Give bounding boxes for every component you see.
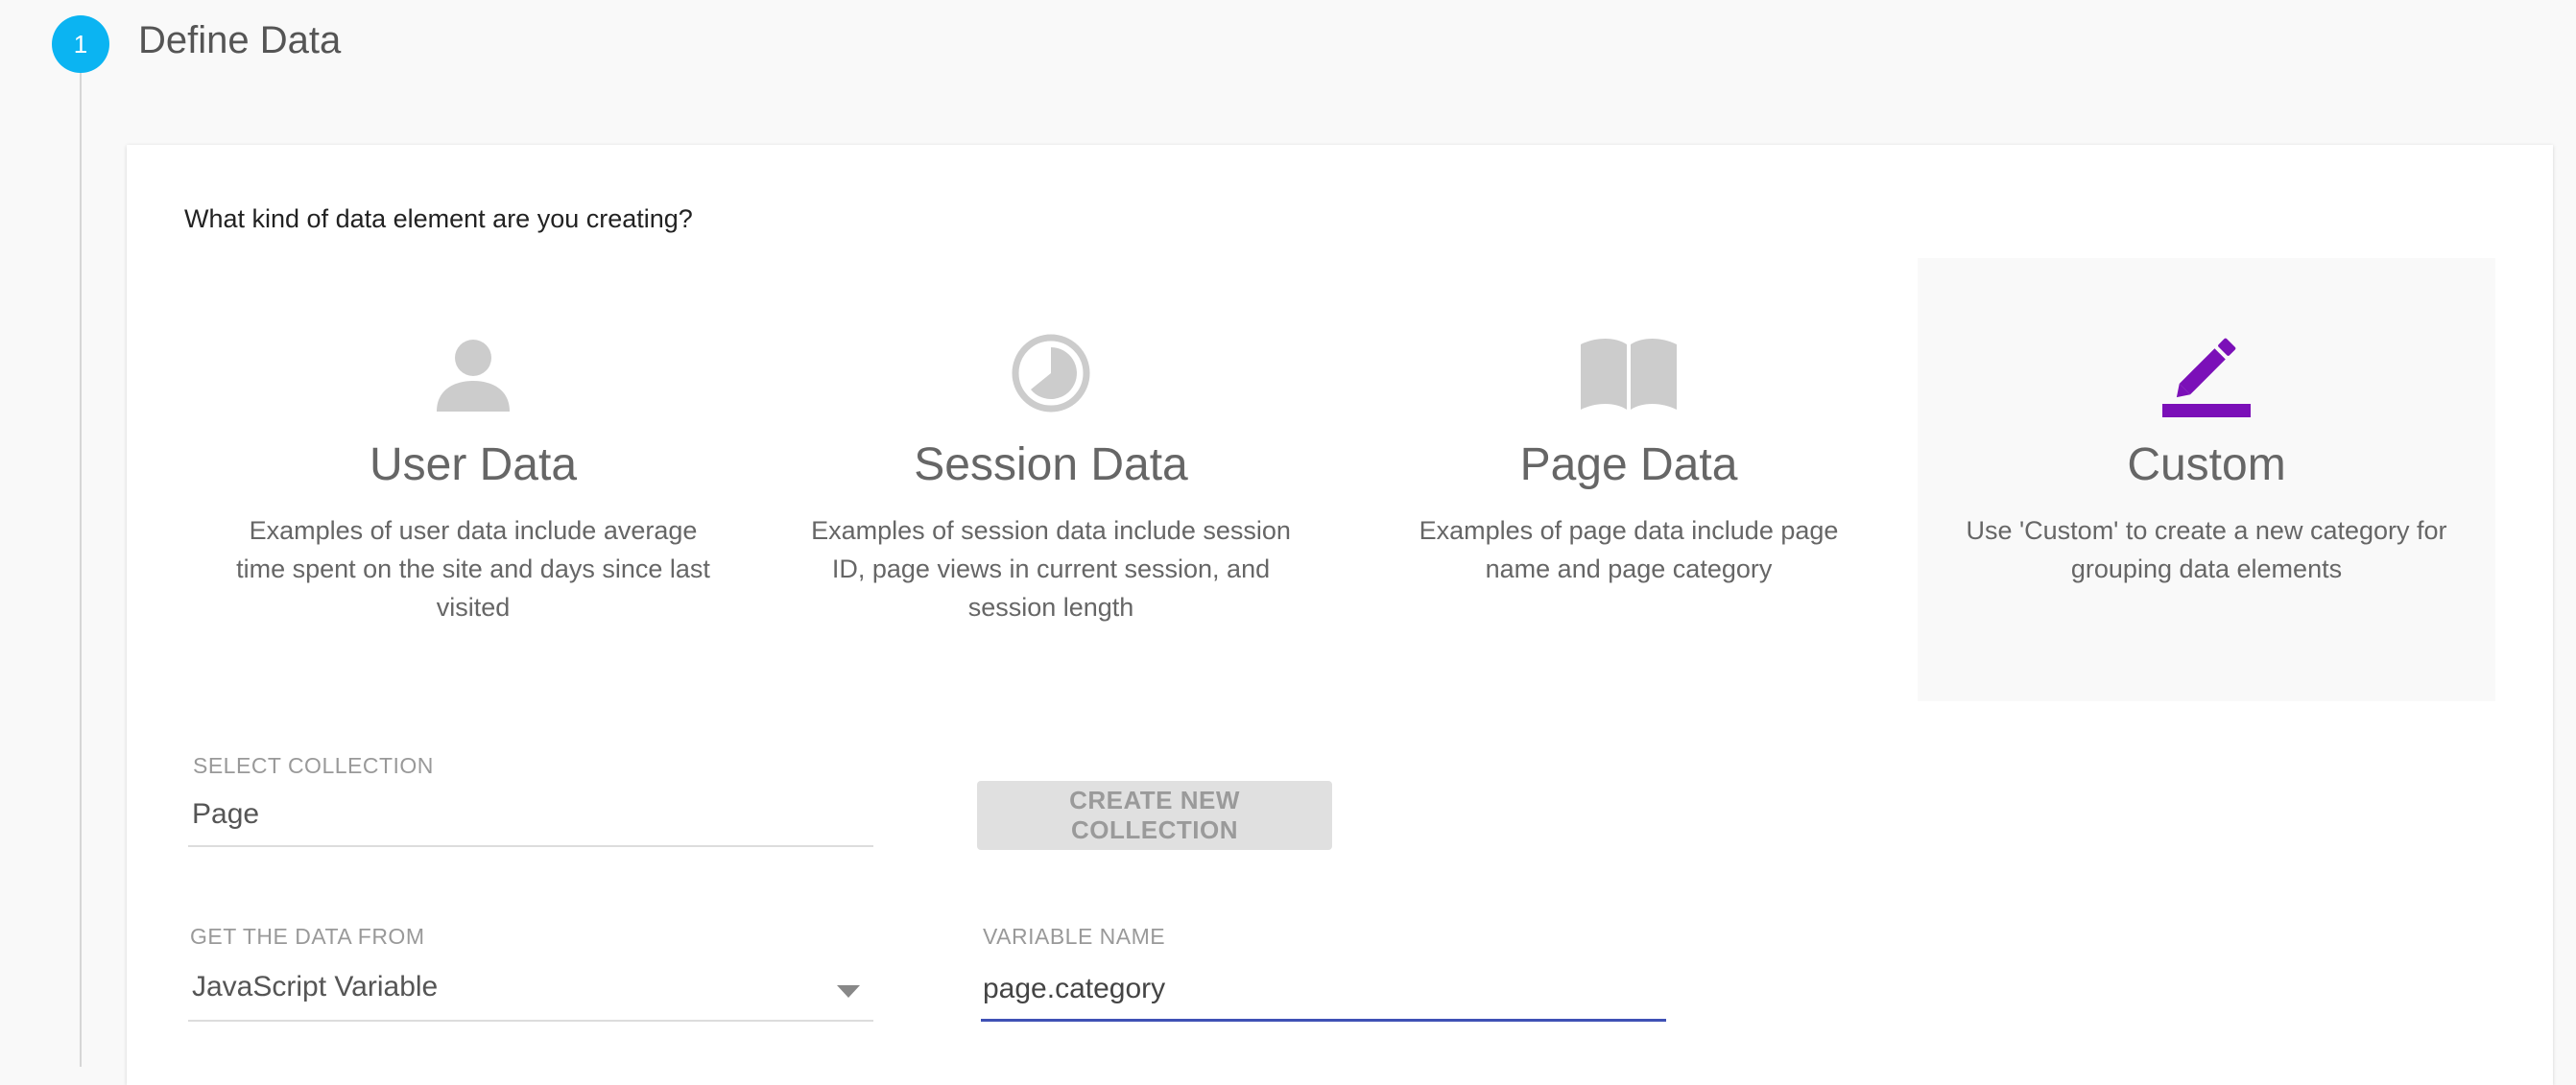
step-number: 1 [73, 29, 88, 59]
data-kind-question: What kind of data element are you creati… [184, 204, 693, 233]
dropdown-arrow-icon[interactable] [837, 985, 860, 998]
step-number-badge: 1 [52, 15, 109, 73]
tile-title: Custom [2127, 439, 2286, 490]
tile-description: Examples of session data include session… [811, 516, 1291, 622]
tile-description: Use 'Custom' to create a new category fo… [1966, 516, 2447, 583]
select-collection-label: SELECT COLLECTION [193, 753, 434, 778]
data-source-label: GET THE DATA FROM [190, 924, 425, 949]
tile-page-data[interactable]: Page Data Examples of page data include … [1340, 258, 1918, 701]
pie-clock-icon [762, 327, 1340, 419]
tile-user-data[interactable]: User Data Examples of user data include … [184, 258, 762, 701]
tile-title: Session Data [914, 439, 1188, 490]
tile-description: Examples of page data include page name … [1419, 516, 1839, 583]
create-new-collection-button[interactable]: CREATE NEW COLLECTION [977, 781, 1332, 850]
pencil-edit-icon [1918, 327, 2495, 419]
tile-description: Examples of user data include average ti… [236, 516, 710, 622]
person-icon [184, 327, 762, 419]
variable-name-underline [981, 1019, 1666, 1022]
tile-title: User Data [369, 439, 578, 490]
data-source-select[interactable]: JavaScript Variable [192, 971, 438, 1003]
tile-title: Page Data [1519, 439, 1738, 490]
tile-session-data[interactable]: Session Data Examples of session data in… [762, 258, 1340, 701]
select-collection-input[interactable]: Page [192, 798, 259, 831]
define-data-card: What kind of data element are you creati… [127, 145, 2553, 1085]
variable-name-label: VARIABLE NAME [983, 924, 1166, 949]
variable-name-input[interactable] [983, 968, 1645, 1010]
open-book-icon [1340, 327, 1918, 419]
select-collection-underline [188, 845, 873, 847]
step-title: Define Data [138, 19, 342, 61]
step-connector-line [80, 69, 82, 1067]
data-source-underline [188, 1020, 873, 1022]
tile-custom[interactable]: Custom Use 'Custom' to create a new cate… [1918, 258, 2495, 701]
